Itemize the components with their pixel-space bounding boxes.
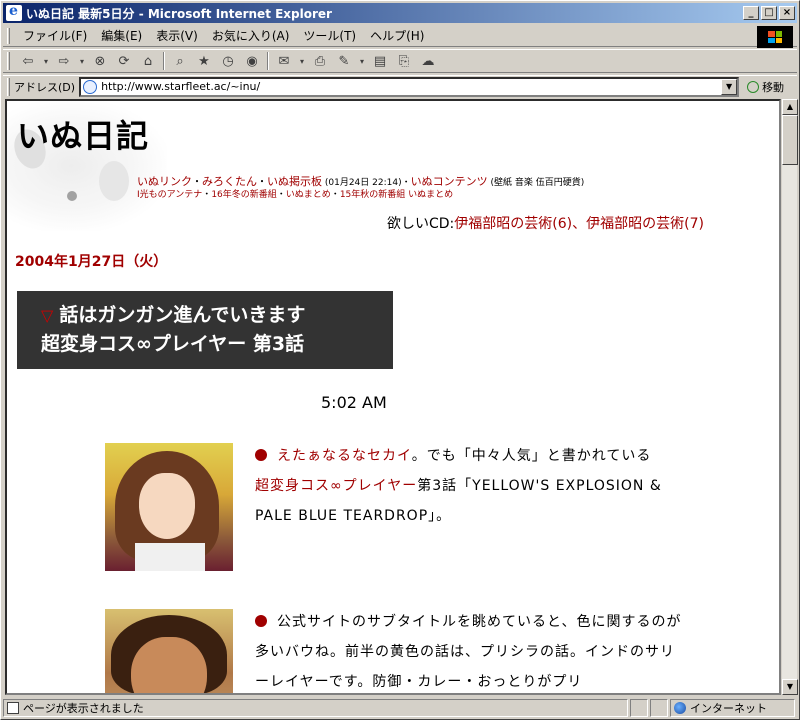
separator: ・ [330, 190, 340, 200]
status-pane [650, 699, 668, 717]
status-bar: ページが表示されました インターネット [3, 697, 797, 719]
windows-logo-icon [757, 26, 793, 48]
anime-character-image-2 [105, 609, 233, 693]
address-url[interactable]: http://www.starfleet.ac/~inu/ [101, 80, 721, 93]
address-label: アドレス(D) [14, 80, 76, 94]
wish-cd-link-1[interactable]: 伊福部昭の芸術(6) [454, 216, 572, 232]
refresh-icon[interactable]: ⟳ [114, 51, 134, 71]
toolbar-separator [163, 52, 165, 70]
favorites-icon[interactable]: ★ [194, 51, 214, 71]
separator: 、 [572, 216, 587, 232]
entry-time: 5:02 AM [321, 393, 387, 412]
link-eternal-sekai[interactable]: えたぁなるなセカイ [277, 448, 412, 464]
scroll-thumb[interactable] [782, 115, 798, 165]
zone-text: インターネット [689, 702, 767, 715]
address-grip[interactable] [7, 77, 10, 96]
history-icon[interactable]: ◷ [218, 51, 238, 71]
entry-text: 。でも「中々人気」と書かれている [411, 448, 652, 464]
link-summary-2[interactable]: いぬまとめ [408, 190, 453, 200]
address-dropdown-icon[interactable]: ▼ [721, 78, 738, 95]
toolbar-grip[interactable] [7, 52, 10, 70]
separator: ・ [202, 190, 212, 200]
home-icon[interactable]: ⌂ [138, 51, 158, 71]
status-main-pane: ページが表示されました [3, 699, 629, 717]
mail-dropdown-icon[interactable]: ▾ [298, 51, 306, 71]
address-bar: アドレス(D) http://www.starfleet.ac/~inu/ ▼ … [3, 75, 797, 97]
toolbar: ⇦ ▾ ⇨ ▾ ⊗ ⟳ ⌂ ⌕ ★ ◷ ◉ ✉ ▾ ⎙ ✎ ▾ ▤ ⎘ ☁ [3, 49, 797, 73]
internet-globe-icon [673, 702, 686, 714]
nav-links-secondary: I光ものアンテナ・16年冬の新番組・いぬまとめ・15年秋の新番組 いぬまとめ [137, 187, 453, 200]
separator: ・ [276, 190, 286, 200]
link-autumn-15[interactable]: 15年秋の新番組 [340, 190, 405, 200]
forward-dropdown-icon[interactable]: ▾ [78, 51, 86, 71]
scroll-up-arrow-icon[interactable]: ▲ [782, 99, 798, 115]
wish-cd-link-2[interactable]: 伊福部昭の芸術(7) [586, 216, 704, 232]
menu-tools[interactable]: ツール(T) [296, 27, 363, 44]
go-icon [747, 80, 760, 93]
vertical-scrollbar[interactable]: ▲ ▼ [781, 99, 798, 695]
entry-date: 2004年1月27日（火） [15, 254, 168, 270]
go-button[interactable]: 移動 [747, 79, 784, 95]
dog-eye [67, 191, 77, 201]
menu-help[interactable]: ヘルプ(H) [363, 27, 431, 44]
close-button[interactable]: × [779, 6, 795, 20]
ie-icon [6, 3, 22, 21]
page-viewport[interactable]: いぬ日記 いぬリンク・みろくたん・いぬ掲示板 (01月24日 22:14)・いぬ… [5, 99, 781, 695]
headline-line2: 超変身コス∞プレイヤー 第3話 [41, 333, 305, 355]
scroll-down-arrow-icon[interactable]: ▼ [782, 679, 798, 695]
status-pane [630, 699, 649, 717]
menu-edit[interactable]: 編集(E) [94, 27, 149, 44]
forward-icon[interactable]: ⇨ [54, 51, 74, 71]
toolbar-separator [267, 52, 269, 70]
title-bar[interactable]: いぬ日記 最新5日分 - Microsoft Internet Explorer… [3, 3, 797, 23]
browser-window: いぬ日記 最新5日分 - Microsoft Internet Explorer… [0, 0, 800, 720]
bullet-icon [255, 615, 267, 627]
dog-ear [99, 161, 129, 201]
triangle-icon: ▽ [41, 306, 54, 325]
wish-label: 欲しいCD: [387, 216, 455, 232]
entry-paragraph-2: 公式サイトのサブタイトルを眺めていると、色に関するのが多いバウね。前半の黄色の話… [255, 607, 685, 693]
window-title: いぬ日記 最新5日分 - Microsoft Internet Explorer [26, 6, 332, 21]
print-icon[interactable]: ⎙ [310, 51, 330, 71]
mail-icon[interactable]: ✉ [274, 51, 294, 71]
page-icon [83, 79, 98, 94]
bullet-icon [255, 449, 267, 461]
research-icon[interactable]: ⎘ [394, 51, 414, 71]
minimize-button[interactable]: _ [743, 6, 759, 20]
status-zone-pane: インターネット [669, 699, 796, 717]
back-icon[interactable]: ⇦ [18, 51, 38, 71]
search-icon[interactable]: ⌕ [170, 51, 190, 71]
link-winter-16[interactable]: 16年冬の新番組 [211, 190, 276, 200]
messenger-icon[interactable]: ☁ [418, 51, 438, 71]
status-text: ページが表示されました [23, 702, 144, 715]
site-title: いぬ日記 [17, 117, 150, 155]
media-icon[interactable]: ◉ [242, 51, 262, 71]
headline-line1: 話はガンガン進んでいきます [59, 304, 306, 326]
edit-icon[interactable]: ✎ [334, 51, 354, 71]
address-input[interactable]: http://www.starfleet.ac/~inu/ ▼ [79, 76, 740, 97]
maximize-button[interactable]: □ [761, 6, 777, 20]
discuss-icon[interactable]: ▤ [370, 51, 390, 71]
entry-paragraph-1: えたぁなるなセカイ。でも「中々人気」と書かれている 超変身コス∞プレイヤー第3話… [255, 441, 685, 531]
link-summary[interactable]: いぬまとめ [286, 190, 331, 200]
menu-bar: ファイル(F) 編集(E) 表示(V) お気に入り(A) ツール(T) ヘルプ(… [3, 25, 797, 48]
link-antenna[interactable]: I光ものアンテナ [137, 190, 202, 200]
go-label: 移動 [762, 80, 785, 94]
menu-favorites[interactable]: お気に入り(A) [205, 27, 297, 44]
headline-box: ▽ 話はガンガン進んでいきます 超変身コス∞プレイヤー 第3話 [17, 291, 393, 369]
stop-icon[interactable]: ⊗ [90, 51, 110, 71]
back-dropdown-icon[interactable]: ▾ [42, 51, 50, 71]
edit-dropdown-icon[interactable]: ▾ [358, 51, 366, 71]
link-cosplayer[interactable]: 超変身コス∞プレイヤー [255, 478, 417, 494]
document-icon [7, 702, 19, 714]
wish-cd: 欲しいCD:伊福部昭の芸術(6)、伊福部昭の芸術(7) [387, 213, 704, 233]
menu-file[interactable]: ファイル(F) [16, 27, 94, 44]
anime-character-image [105, 443, 233, 571]
contents-extra: (壁紙 音楽 伍百円硬貨) [487, 178, 585, 188]
entry-text: 公式サイトのサブタイトルを眺めていると、色に関するのが多いバウね。前半の黄色の話… [255, 614, 682, 690]
menu-view[interactable]: 表示(V) [149, 27, 205, 44]
menu-grip[interactable] [7, 27, 10, 44]
